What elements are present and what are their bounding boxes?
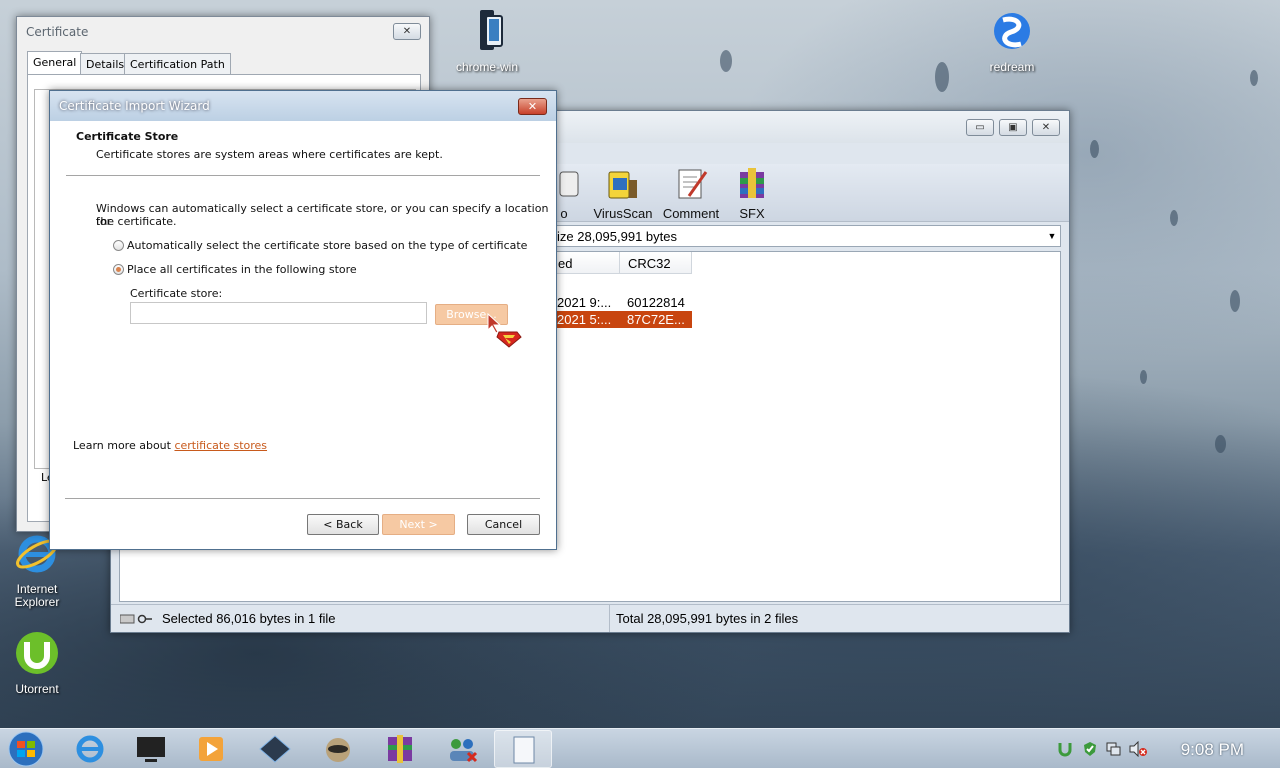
media-player-icon[interactable] — [191, 733, 231, 765]
tab-general[interactable]: General — [27, 51, 83, 75]
certificate-store-field[interactable] — [130, 302, 427, 324]
virus-scan-icon — [608, 171, 637, 199]
chevron-down-icon[interactable]: ▼ — [1044, 226, 1060, 246]
intro-text-line-2: the certificate. — [96, 215, 177, 228]
raccoon-icon[interactable] — [318, 733, 358, 765]
desktop-icon-chrome-win[interactable]: chrome-win — [447, 8, 527, 74]
media-center-icon[interactable] — [131, 733, 171, 765]
page-subtitle: Certificate stores are system areas wher… — [96, 148, 443, 161]
wizard-body: Certificate Store Certificate stores are… — [54, 121, 552, 545]
redream-icon — [994, 13, 1030, 49]
toolbar-comment-button[interactable]: Comment — [658, 166, 724, 221]
rain-drop — [935, 62, 949, 92]
desktop-icon-utorrent[interactable]: Utorrent — [0, 630, 77, 696]
toolbar-label: SFX — [739, 206, 765, 221]
toolbar-label: VirusScan — [593, 206, 653, 221]
certificate-import-wizard: Certificate Import Wizard ✕ Certificate … — [49, 90, 557, 550]
rain-drop — [1215, 435, 1226, 453]
taskbar-clock[interactable]: 9:08 PM — [1181, 740, 1244, 760]
rain-drop — [1170, 210, 1178, 226]
divider — [66, 175, 540, 176]
drive-key-icon[interactable] — [120, 613, 152, 625]
status-total-text: Total 28,095,991 bytes in 2 files — [616, 611, 799, 626]
rain-drop — [1250, 70, 1258, 86]
utorrent-tray-icon[interactable] — [1057, 741, 1073, 757]
close-button[interactable]: ✕ — [393, 23, 421, 40]
back-button[interactable]: < Back — [307, 514, 379, 535]
start-orb-icon[interactable] — [6, 731, 46, 767]
table-row-modified-selected[interactable]: 2021 5:... — [550, 311, 620, 328]
column-header-modified[interactable]: ed — [550, 252, 620, 274]
game-icon[interactable] — [255, 733, 295, 765]
volume-muted-icon[interactable] — [1129, 741, 1147, 757]
radio-auto-select-store[interactable] — [113, 240, 124, 251]
certificate-stores-link[interactable]: certificate stores — [174, 439, 267, 452]
status-bar: Selected 86,016 bytes in 1 file Total 28… — [111, 604, 1069, 632]
cancel-button[interactable]: Cancel — [467, 514, 540, 535]
window-title: Certificate — [26, 25, 89, 39]
radio-place-in-store[interactable] — [113, 264, 124, 275]
desktop-icon-label: Internet Explorer — [14, 582, 60, 609]
wizard-titlebar[interactable]: Certificate Import Wizard — [50, 91, 556, 121]
superman-cursor-icon — [487, 313, 522, 348]
table-row-crc-selected[interactable]: 87C72E... — [620, 311, 692, 328]
wizard-title: Certificate Import Wizard — [59, 99, 210, 113]
status-divider — [609, 605, 610, 632]
desktop-icon-label: Utorrent — [15, 682, 59, 696]
archive-path-text: ize 28,095,991 bytes — [557, 229, 677, 244]
desktop-icon-redream[interactable]: redream — [972, 8, 1052, 74]
column-header-crc32[interactable]: CRC32 — [620, 252, 692, 274]
divider — [65, 498, 540, 499]
learn-more-prefix: Learn more about — [73, 439, 175, 452]
winrar-icon[interactable] — [380, 733, 420, 765]
rain-drop — [1090, 140, 1099, 158]
close-button[interactable]: ✕ — [518, 98, 547, 115]
tab-certification-path[interactable]: Certification Path — [124, 53, 231, 74]
certificate-titlebar[interactable]: Certificate — [17, 17, 429, 45]
rain-drop — [720, 50, 732, 72]
next-button[interactable]: Next > — [382, 514, 455, 535]
table-row-crc[interactable]: 60122814 — [620, 294, 692, 311]
internet-explorer-icon[interactable] — [70, 733, 110, 765]
toolbar-sfx-button[interactable]: SFX — [719, 166, 785, 221]
minimize-button[interactable]: ▭ — [966, 119, 994, 136]
archive-path-field[interactable]: ize 28,095,991 bytes ▼ — [551, 225, 1061, 247]
toolbar-virusscan-button[interactable]: VirusScan — [590, 166, 656, 221]
tab-details[interactable]: Details — [80, 53, 131, 74]
radio-auto-select-label[interactable]: Automatically select the certificate sto… — [127, 239, 527, 252]
page-title: Certificate Store — [76, 130, 179, 143]
comment-icon — [678, 169, 708, 199]
taskbar-active-app[interactable] — [494, 730, 552, 768]
taskbar: 9:08 PM — [0, 728, 1280, 768]
rain-drop — [1230, 290, 1240, 312]
certificate-store-label: Certificate store: — [130, 287, 223, 300]
desktop-icon-label: chrome-win — [455, 60, 518, 74]
maximize-button[interactable]: ▣ — [999, 119, 1027, 136]
utorrent-icon — [16, 632, 58, 674]
network-tray-icon[interactable] — [1105, 741, 1121, 757]
status-selection-text: Selected 86,016 bytes in 1 file — [162, 611, 336, 626]
chrome-win-icon — [480, 10, 503, 50]
antivirus-tray-icon[interactable] — [1082, 741, 1098, 757]
learn-more-text: Learn more about certificate stores — [73, 439, 267, 452]
network-users-icon[interactable] — [442, 733, 482, 765]
close-button[interactable]: ✕ — [1032, 119, 1060, 136]
table-row-modified[interactable]: 2021 9:... — [550, 294, 620, 311]
toolbar-label: Comment — [662, 206, 720, 221]
rain-drop — [1140, 370, 1147, 384]
sfx-icon — [740, 168, 764, 198]
desktop-icon-label: redream — [989, 60, 1035, 74]
document-icon — [513, 736, 535, 764]
radio-place-in-store-label[interactable]: Place all certificates in the following … — [127, 263, 357, 276]
